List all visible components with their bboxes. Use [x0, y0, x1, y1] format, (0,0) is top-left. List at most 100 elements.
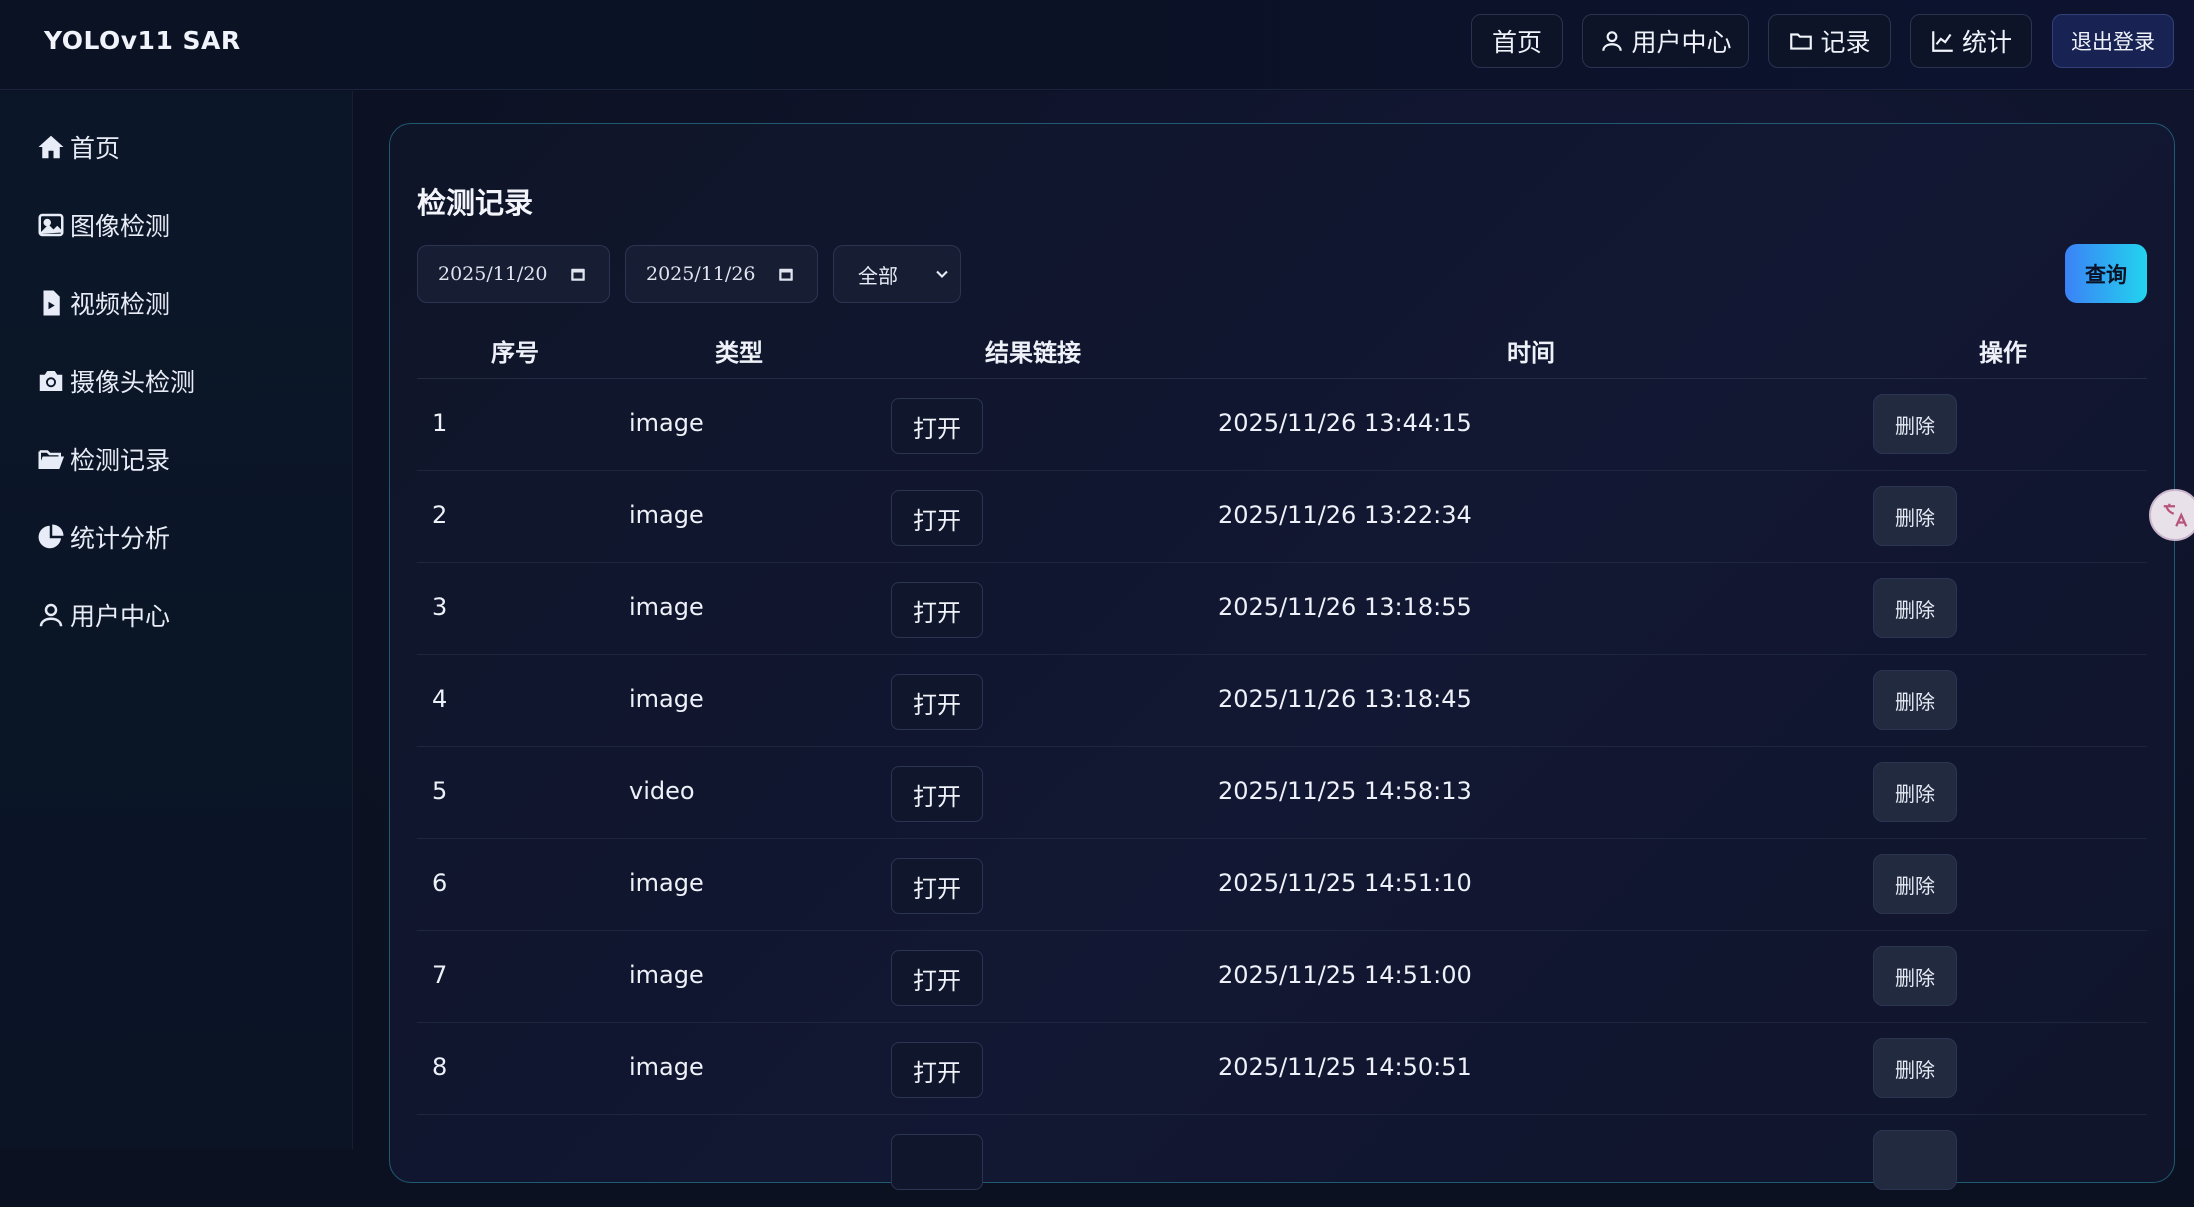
folder-open-icon — [38, 450, 65, 469]
row-type: video — [629, 777, 695, 805]
row-time: 2025/11/26 13:44:15 — [1218, 409, 1472, 437]
table-row: 3 image 打开 2025/11/26 13:18:55 删除 — [417, 563, 2147, 655]
open-result-button[interactable]: 打开 — [891, 674, 983, 730]
delete-button[interactable]: 删除 — [1873, 946, 1957, 1006]
sidebar-item-label: 视频检测 — [70, 290, 171, 319]
row-type: image — [629, 685, 704, 713]
nav-home-button[interactable]: 首页 — [1471, 14, 1563, 68]
start-date-input[interactable]: 2025/11/20 — [417, 245, 610, 303]
sidebar-item-label: 检测记录 — [70, 446, 171, 475]
query-button[interactable]: 查询 — [2065, 244, 2147, 303]
table-row — [417, 1115, 2147, 1207]
sidebar-item-label: 统计分析 — [70, 524, 171, 553]
column-header-result-link: 结果链接 — [985, 339, 1081, 367]
delete-button[interactable]: 删除 — [1873, 394, 1957, 454]
table-row: 7 image 打开 2025/11/25 14:51:00 删除 — [417, 931, 2147, 1023]
sidebar-item-label: 用户中心 — [70, 602, 171, 631]
row-time: 2025/11/26 13:22:34 — [1218, 501, 1472, 529]
row-time: 2025/11/26 13:18:55 — [1218, 593, 1472, 621]
start-date-value: 2025/11/20 — [438, 263, 548, 285]
row-index: 5 — [432, 777, 448, 805]
page-title: 检测记录 — [417, 186, 534, 220]
row-index: 7 — [432, 961, 448, 989]
type-filter-value: 全部 — [858, 263, 898, 288]
delete-button[interactable] — [1873, 1130, 1957, 1190]
delete-button[interactable]: 删除 — [1873, 670, 1957, 730]
sidebar-item-label: 摄像头检测 — [70, 368, 196, 397]
nav-user-center-label: 用户中心 — [1631, 28, 1732, 57]
sidebar-item-user-center[interactable]: 用户中心 — [36, 595, 170, 635]
table-row: 8 image 打开 2025/11/25 14:50:51 删除 — [417, 1023, 2147, 1115]
open-result-button[interactable]: 打开 — [891, 490, 983, 546]
row-index: 3 — [432, 593, 448, 621]
delete-button[interactable]: 删除 — [1873, 762, 1957, 822]
file-video-icon — [43, 290, 60, 316]
logout-button[interactable]: 退出登录 — [2052, 14, 2174, 68]
type-filter-select[interactable]: 全部 — [833, 245, 961, 303]
delete-button[interactable]: 删除 — [1873, 1038, 1957, 1098]
row-time: 2025/11/25 14:51:00 — [1218, 961, 1472, 989]
sidebar-item-statistics[interactable]: 统计分析 — [36, 517, 170, 557]
delete-button[interactable]: 删除 — [1873, 486, 1957, 546]
end-date-value: 2025/11/26 — [646, 263, 756, 285]
image-icon — [38, 213, 64, 237]
sidebar-item-camera-detection[interactable]: 摄像头检测 — [36, 361, 195, 401]
row-type: image — [629, 1053, 704, 1081]
folder-icon — [1790, 33, 1813, 50]
open-result-button[interactable]: 打开 — [891, 766, 983, 822]
open-result-button[interactable]: 打开 — [891, 398, 983, 454]
pie-chart-icon — [38, 524, 64, 549]
open-result-button[interactable]: 打开 — [891, 1042, 983, 1098]
top-navbar: YOLOv11 SAR 首页 用户中心 记录 统计 退出登录 — [0, 0, 2194, 90]
calendar-icon[interactable] — [777, 265, 795, 283]
translate-icon — [2163, 503, 2188, 527]
row-index: 1 — [432, 409, 448, 437]
sidebar-item-label: 首页 — [70, 134, 121, 163]
home-icon — [38, 135, 64, 159]
column-header-index: 序号 — [491, 339, 539, 367]
brand-logo: YOLOv11 SAR — [44, 26, 241, 55]
nav-stats-button[interactable]: 统计 — [1910, 14, 2032, 68]
open-result-button[interactable]: 打开 — [891, 858, 983, 914]
row-index: 8 — [432, 1053, 448, 1081]
sidebar-item-video-detection[interactable]: 视频检测 — [36, 283, 170, 323]
line-chart-icon — [1932, 31, 1953, 52]
translate-floating-button[interactable] — [2149, 489, 2194, 541]
sidebar-item-home[interactable]: 首页 — [36, 127, 120, 167]
column-header-time: 时间 — [1507, 339, 1555, 367]
row-type: image — [629, 869, 704, 897]
delete-button[interactable]: 删除 — [1873, 854, 1957, 914]
row-index: 4 — [432, 685, 448, 713]
open-result-button[interactable] — [891, 1134, 983, 1190]
calendar-icon[interactable] — [569, 265, 587, 283]
sidebar-item-label: 图像检测 — [70, 212, 171, 241]
column-header-type: 类型 — [715, 339, 763, 367]
row-type: image — [629, 501, 704, 529]
row-type: image — [629, 593, 704, 621]
camera-icon — [39, 371, 63, 391]
user-icon — [39, 603, 63, 627]
column-header-actions: 操作 — [1979, 339, 2027, 367]
open-result-button[interactable]: 打开 — [891, 950, 983, 1006]
end-date-input[interactable]: 2025/11/26 — [625, 245, 818, 303]
chevron-down-icon — [936, 270, 948, 278]
nav-records-button[interactable]: 记录 — [1768, 14, 1891, 68]
table-row: 5 video 打开 2025/11/25 14:58:13 删除 — [417, 747, 2147, 839]
row-type: image — [629, 961, 704, 989]
table-row: 2 image 打开 2025/11/26 13:22:34 删除 — [417, 471, 2147, 563]
table-row: 4 image 打开 2025/11/26 13:18:45 删除 — [417, 655, 2147, 747]
table-row: 6 image 打开 2025/11/25 14:51:10 删除 — [417, 839, 2147, 931]
nav-records-label: 记录 — [1820, 28, 1871, 57]
nav-user-center-button[interactable]: 用户中心 — [1582, 14, 1749, 68]
nav-home-label: 首页 — [1491, 28, 1542, 57]
delete-button[interactable]: 删除 — [1873, 578, 1957, 638]
row-time: 2025/11/25 14:50:51 — [1218, 1053, 1472, 1081]
row-index: 2 — [432, 501, 448, 529]
sidebar-item-detection-records[interactable]: 检测记录 — [36, 439, 170, 479]
row-time: 2025/11/25 14:58:13 — [1218, 777, 1472, 805]
row-time: 2025/11/26 13:18:45 — [1218, 685, 1472, 713]
sidebar-item-image-detection[interactable]: 图像检测 — [36, 205, 170, 245]
row-time: 2025/11/25 14:51:10 — [1218, 869, 1472, 897]
table-row: 1 image 打开 2025/11/26 13:44:15 删除 — [417, 379, 2147, 471]
open-result-button[interactable]: 打开 — [891, 582, 983, 638]
